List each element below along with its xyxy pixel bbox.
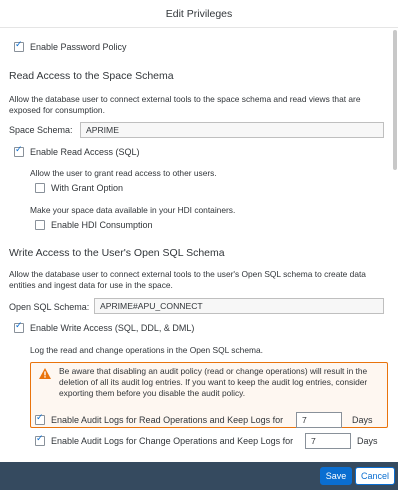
warning-text: Be aware that disabling an audit policy … bbox=[59, 366, 368, 398]
password-policy-label: Enable Password Policy bbox=[30, 42, 127, 52]
grant-option-label: With Grant Option bbox=[51, 183, 124, 193]
enable-read-access-label: Enable Read Access (SQL) bbox=[30, 147, 140, 157]
scrollbar[interactable] bbox=[393, 30, 397, 170]
audit-change-label: Enable Audit Logs for Change Operations … bbox=[51, 436, 294, 446]
audit-read-checkbox[interactable] bbox=[35, 413, 45, 425]
enable-write-access-checkbox[interactable] bbox=[14, 321, 24, 333]
write-access-description: Allow the database user to connect exter… bbox=[9, 269, 366, 290]
hdi-consumption-label: Enable HDI Consumption bbox=[51, 220, 153, 230]
enable-read-access-checkbox[interactable] bbox=[14, 145, 24, 157]
audit-change-days-input[interactable]: 7 bbox=[305, 433, 351, 449]
dialog-title: Edit Privileges bbox=[0, 0, 398, 28]
audit-read-days-unit: Days bbox=[352, 415, 373, 425]
dialog-content: Enable Password Policy Read Access to th… bbox=[0, 28, 392, 462]
open-sql-schema-label: Open SQL Schema: bbox=[9, 302, 90, 312]
warning-icon bbox=[39, 368, 51, 379]
cancel-button[interactable]: Cancel bbox=[355, 467, 395, 485]
audit-change-checkbox[interactable] bbox=[35, 434, 45, 446]
audit-log-description: Log the read and change operations in th… bbox=[30, 345, 263, 355]
dialog-footer: Save Cancel bbox=[0, 462, 398, 490]
enable-write-access-label: Enable Write Access (SQL, DDL, & DML) bbox=[30, 323, 195, 333]
audit-read-label: Enable Audit Logs for Read Operations an… bbox=[51, 415, 284, 425]
write-access-title: Write Access to the User's Open SQL Sche… bbox=[9, 247, 225, 259]
space-schema-label: Space Schema: bbox=[9, 125, 73, 135]
grant-description: Allow the user to grant read access to o… bbox=[30, 168, 217, 178]
audit-read-days-input[interactable]: 7 bbox=[296, 412, 342, 428]
hdi-consumption-checkbox[interactable] bbox=[35, 220, 45, 230]
audit-change-days-unit: Days bbox=[357, 436, 378, 446]
space-schema-field[interactable]: APRIME bbox=[80, 122, 384, 138]
password-policy-checkbox[interactable] bbox=[14, 40, 24, 52]
save-button[interactable]: Save bbox=[320, 467, 352, 485]
hdi-description: Make your space data available in your H… bbox=[30, 205, 236, 215]
grant-option-checkbox[interactable] bbox=[35, 183, 45, 193]
read-access-title: Read Access to the Space Schema bbox=[9, 70, 174, 82]
read-access-description: Allow the database user to connect exter… bbox=[9, 94, 361, 115]
open-sql-schema-field[interactable]: APRIME#APU_CONNECT bbox=[94, 298, 384, 314]
